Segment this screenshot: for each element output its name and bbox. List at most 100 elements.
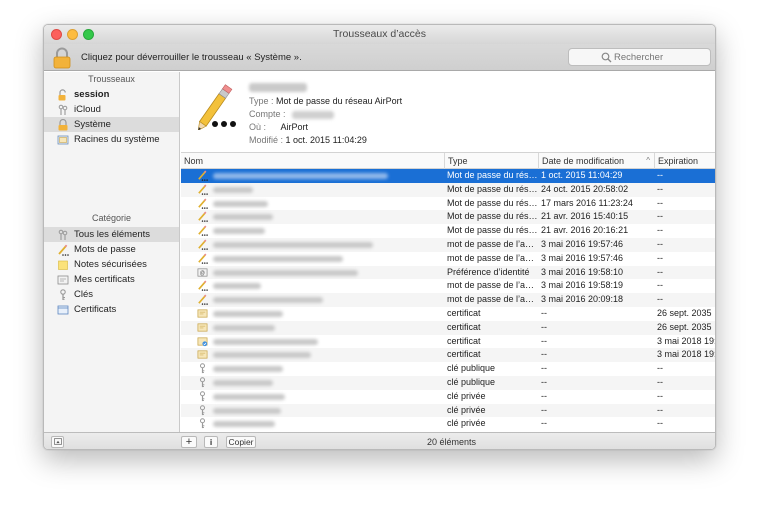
cell-date: -- <box>541 335 547 346</box>
cell-expiration: -- <box>657 183 663 194</box>
table-row[interactable]: mot de passe de l’a… 3 mai 2016 20:09:18 -… <box>181 293 715 307</box>
pencil-icon <box>197 294 208 305</box>
cell-expiration: -- <box>657 294 663 305</box>
copy-button[interactable]: Copier <box>226 436 256 448</box>
sidebar-item-session[interactable]: session <box>44 87 179 102</box>
sidebar-item-label: Mots de passe <box>74 244 136 255</box>
pencil-icon <box>197 280 208 291</box>
table-row[interactable]: Mot de passe du rés… 21 avr. 2016 15:40:1… <box>181 210 715 225</box>
cell-type: certificat <box>447 349 481 360</box>
certificate-icon <box>57 305 69 315</box>
info-button[interactable]: i <box>204 436 218 448</box>
pencil-icon <box>197 198 208 209</box>
table-row[interactable]: Mot de passe du rés… 17 mars 2016 11:23:2… <box>181 197 715 211</box>
search-input[interactable] <box>614 50 704 64</box>
cell-type: mot de passe de l’a… <box>447 239 535 249</box>
table-row[interactable]: clé privée -- -- <box>181 417 715 431</box>
key-icon <box>197 391 208 402</box>
table-row[interactable]: mot de passe de l’a… 3 mai 2016 19:58:19 -… <box>181 279 715 293</box>
table-row[interactable]: certificat -- 3 mai 2018 19: <box>181 348 715 363</box>
cell-date: 1 oct. 2015 11:04:29 <box>541 170 623 180</box>
sidebar-item-label: Racines du système <box>74 134 160 145</box>
table-row[interactable]: Mot de passe du rés… 24 oct. 2015 20:58:0… <box>181 182 715 197</box>
search-field[interactable] <box>568 48 711 66</box>
item-name-redacted <box>213 393 285 400</box>
certificates-folder-icon <box>57 135 69 145</box>
type-label: Type : <box>249 96 274 106</box>
column-header-date-label: Date de modification <box>542 156 625 166</box>
sidebar-item-racines[interactable]: Racines du système <box>44 132 179 147</box>
item-name-redacted <box>213 421 275 428</box>
item-name-redacted <box>213 352 311 359</box>
sort-ascending-icon: ^ <box>646 156 650 165</box>
cell-expiration: -- <box>657 225 663 236</box>
table-row[interactable]: certificat -- 26 sept. 2035 <box>181 320 715 335</box>
sidebar-toggle-icon <box>53 438 62 445</box>
cell-type: clé privée <box>447 404 486 415</box>
cell-expiration: -- <box>657 280 663 291</box>
cell-expiration: -- <box>657 404 663 415</box>
table-row[interactable]: certificat -- 3 mai 2018 19: <box>181 335 715 349</box>
key-icon <box>57 289 69 301</box>
column-header-type[interactable]: Type <box>444 153 538 169</box>
item-name-redacted <box>213 242 373 248</box>
cell-date: -- <box>541 404 547 415</box>
sidebar-item-secure-notes[interactable]: Notes sécurisées <box>44 257 179 272</box>
table-row[interactable]: Mot de passe du rés… 1 oct. 2015 11:04:29… <box>181 169 715 183</box>
key-icon <box>197 418 208 429</box>
cell-date: 24 oct. 2015 20:58:02 <box>541 183 629 194</box>
cell-expiration: 26 sept. 2035 <box>657 321 712 332</box>
cell-type: certificat <box>447 321 481 332</box>
cell-date: -- <box>541 321 547 332</box>
item-name-redacted <box>213 200 268 207</box>
item-name-redacted <box>213 255 343 262</box>
table-row[interactable]: clé privée -- -- <box>181 403 715 418</box>
sidebar-item-my-certificates[interactable]: Mes certificats <box>44 272 179 287</box>
sidebar-item-passwords[interactable]: Mots de passe <box>44 242 179 257</box>
item-name-redacted <box>213 186 253 193</box>
cell-date: 3 mai 2016 19:58:10 <box>541 266 624 277</box>
table-row[interactable]: Préférence d’identité 3 mai 2016 19:58:10… <box>181 265 715 280</box>
show-keychains-button[interactable] <box>51 436 64 448</box>
item-name-redacted <box>213 338 318 345</box>
minimize-window-button[interactable] <box>67 29 78 40</box>
item-name-redacted <box>249 83 307 92</box>
pencil-icon <box>57 244 69 256</box>
sidebar-item-icloud[interactable]: iCloud <box>44 102 179 117</box>
column-header-date[interactable]: Date de modification ^ <box>538 153 654 169</box>
cell-date: -- <box>541 349 547 360</box>
modified-value: 1 oct. 2015 11:04:29 <box>285 135 367 145</box>
cell-expiration: -- <box>657 390 663 401</box>
cell-type: Préférence d’identité <box>447 266 530 277</box>
padlock-icon[interactable] <box>52 47 72 69</box>
zoom-window-button[interactable] <box>83 29 94 40</box>
table-row[interactable]: clé privée -- -- <box>181 390 715 404</box>
search-icon <box>601 52 612 63</box>
cell-type: clé publique <box>447 377 496 387</box>
window-title: Trousseaux d’accès <box>333 28 426 40</box>
sidebar-item-keys[interactable]: Clés <box>44 287 179 302</box>
main-panel: Type : Mot de passe du réseau AirPort Co… <box>181 72 715 432</box>
table-row[interactable]: certificat -- 26 sept. 2035 <box>181 307 715 321</box>
pencil-icon <box>197 211 208 222</box>
table-row[interactable]: Mot de passe du rés… 21 avr. 2016 20:16:2… <box>181 224 715 238</box>
close-window-button[interactable] <box>51 29 62 40</box>
table-row[interactable]: clé publique -- -- <box>181 376 715 390</box>
cell-expiration: -- <box>657 418 663 429</box>
cell-type: clé privée <box>447 390 486 401</box>
keychain-access-window: Trousseaux d’accès Cliquez pour déverrou… <box>43 24 716 450</box>
column-header-name[interactable]: Nom <box>181 153 444 169</box>
sidebar-item-systeme[interactable]: Système <box>44 117 179 132</box>
unlock-keychain-text[interactable]: Cliquez pour déverrouiller le trousseau … <box>81 52 302 63</box>
column-header-expiration[interactable]: Expiration <box>654 153 715 169</box>
where-value: AirPort <box>280 122 309 132</box>
certificate-blue-icon <box>197 336 208 347</box>
account-label: Compte : <box>249 109 286 119</box>
add-item-button[interactable]: + <box>181 436 197 448</box>
table-row[interactable]: mot de passe de l’a… 3 mai 2016 19:57:46 -… <box>181 252 715 266</box>
sidebar-item-certificates[interactable]: Certificats <box>44 302 179 317</box>
my-certificate-icon <box>57 275 69 285</box>
sidebar-item-all-items[interactable]: Tous les éléments <box>44 227 179 242</box>
table-row[interactable]: mot de passe de l’a… 3 mai 2016 19:57:46 -… <box>181 238 715 252</box>
table-row[interactable]: clé publique -- -- <box>181 362 715 376</box>
